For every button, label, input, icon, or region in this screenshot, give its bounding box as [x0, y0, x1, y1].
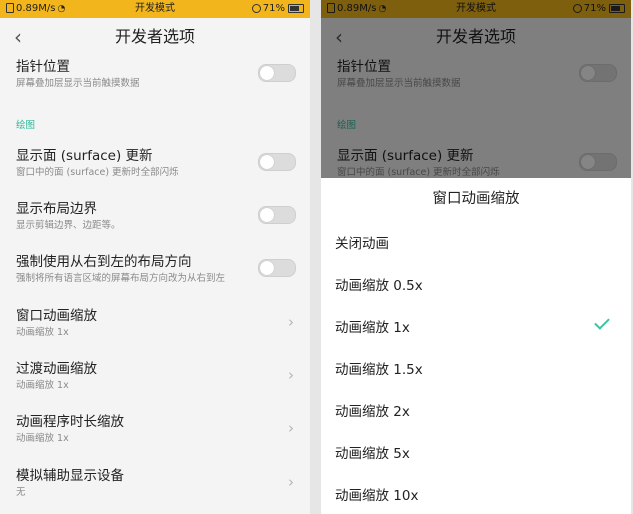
- developer-options-screen-left: 0.89M/s ◔ 开发模式 71% ‹ 开发者选项 指针位置 屏幕叠加层显示当前…: [0, 0, 310, 514]
- title-bar: ‹ 开发者选项: [0, 18, 310, 56]
- setting-title: 模拟辅助显示设备: [16, 468, 124, 484]
- battery-percent: 71%: [262, 3, 285, 14]
- dialog-scrim[interactable]: [321, 0, 631, 178]
- chevron-right-icon: ›: [288, 419, 294, 437]
- setting-title: 动画程序时长缩放: [16, 414, 124, 430]
- setting-transition-animation-scale[interactable]: 过渡动画缩放 动画缩放 1x: [0, 360, 310, 392]
- force-rtl-toggle[interactable]: [258, 259, 296, 277]
- setting-subtitle: 动画缩放 1x: [16, 327, 69, 338]
- option-scale-1x[interactable]: 动画缩放 1x: [335, 316, 410, 336]
- page-title: 开发者选项: [114, 27, 195, 46]
- chevron-right-icon: ›: [288, 366, 294, 384]
- check-icon: [594, 314, 610, 330]
- setting-subtitle: 无: [16, 487, 26, 498]
- alarm-icon: [251, 3, 261, 13]
- pointer-location-toggle[interactable]: [258, 64, 296, 82]
- setting-title: 窗口动画缩放: [16, 308, 97, 324]
- layout-bounds-toggle[interactable]: [258, 206, 296, 224]
- option-scale-5x[interactable]: 动画缩放 5x: [335, 442, 410, 462]
- developer-options-screen-right: 0.89M/s ◔ 开发模式 71% ‹ 开发者选项 指针位置 屏幕叠加层显示当前…: [321, 0, 631, 514]
- setting-animator-duration-scale[interactable]: 动画程序时长缩放 动画缩放 1x: [0, 413, 310, 445]
- chevron-right-icon: ›: [288, 313, 294, 331]
- back-arrow-icon[interactable]: ‹: [14, 18, 22, 56]
- setting-subtitle: 动画缩放 1x: [16, 433, 69, 444]
- option-scale-1-5x[interactable]: 动画缩放 1.5x: [335, 358, 423, 378]
- setting-simulate-secondary-display[interactable]: 模拟辅助显示设备 无: [0, 467, 310, 499]
- status-bar: 0.89M/s ◔ 开发模式 71%: [0, 0, 310, 18]
- option-scale-0-5x[interactable]: 动画缩放 0.5x: [335, 274, 423, 294]
- setting-subtitle: 动画缩放 1x: [16, 380, 69, 391]
- option-animation-off[interactable]: 关闭动画: [335, 232, 389, 252]
- surface-updates-toggle[interactable]: [258, 153, 296, 171]
- chevron-right-icon: ›: [288, 473, 294, 491]
- setting-window-animation-scale[interactable]: 窗口动画缩放 动画缩放 1x: [0, 307, 310, 339]
- dialog-title: 窗口动画缩放: [432, 191, 520, 207]
- animation-scale-dialog: 窗口动画缩放 关闭动画 动画缩放 0.5x 动画缩放 1x 动画缩放 1.5x …: [321, 178, 631, 514]
- option-scale-2x[interactable]: 动画缩放 2x: [335, 400, 410, 420]
- section-label-drawing: 绘图: [16, 120, 36, 131]
- battery-icon: [288, 3, 304, 13]
- setting-title: 过渡动画缩放: [16, 361, 97, 377]
- option-scale-10x[interactable]: 动画缩放 10x: [335, 484, 418, 504]
